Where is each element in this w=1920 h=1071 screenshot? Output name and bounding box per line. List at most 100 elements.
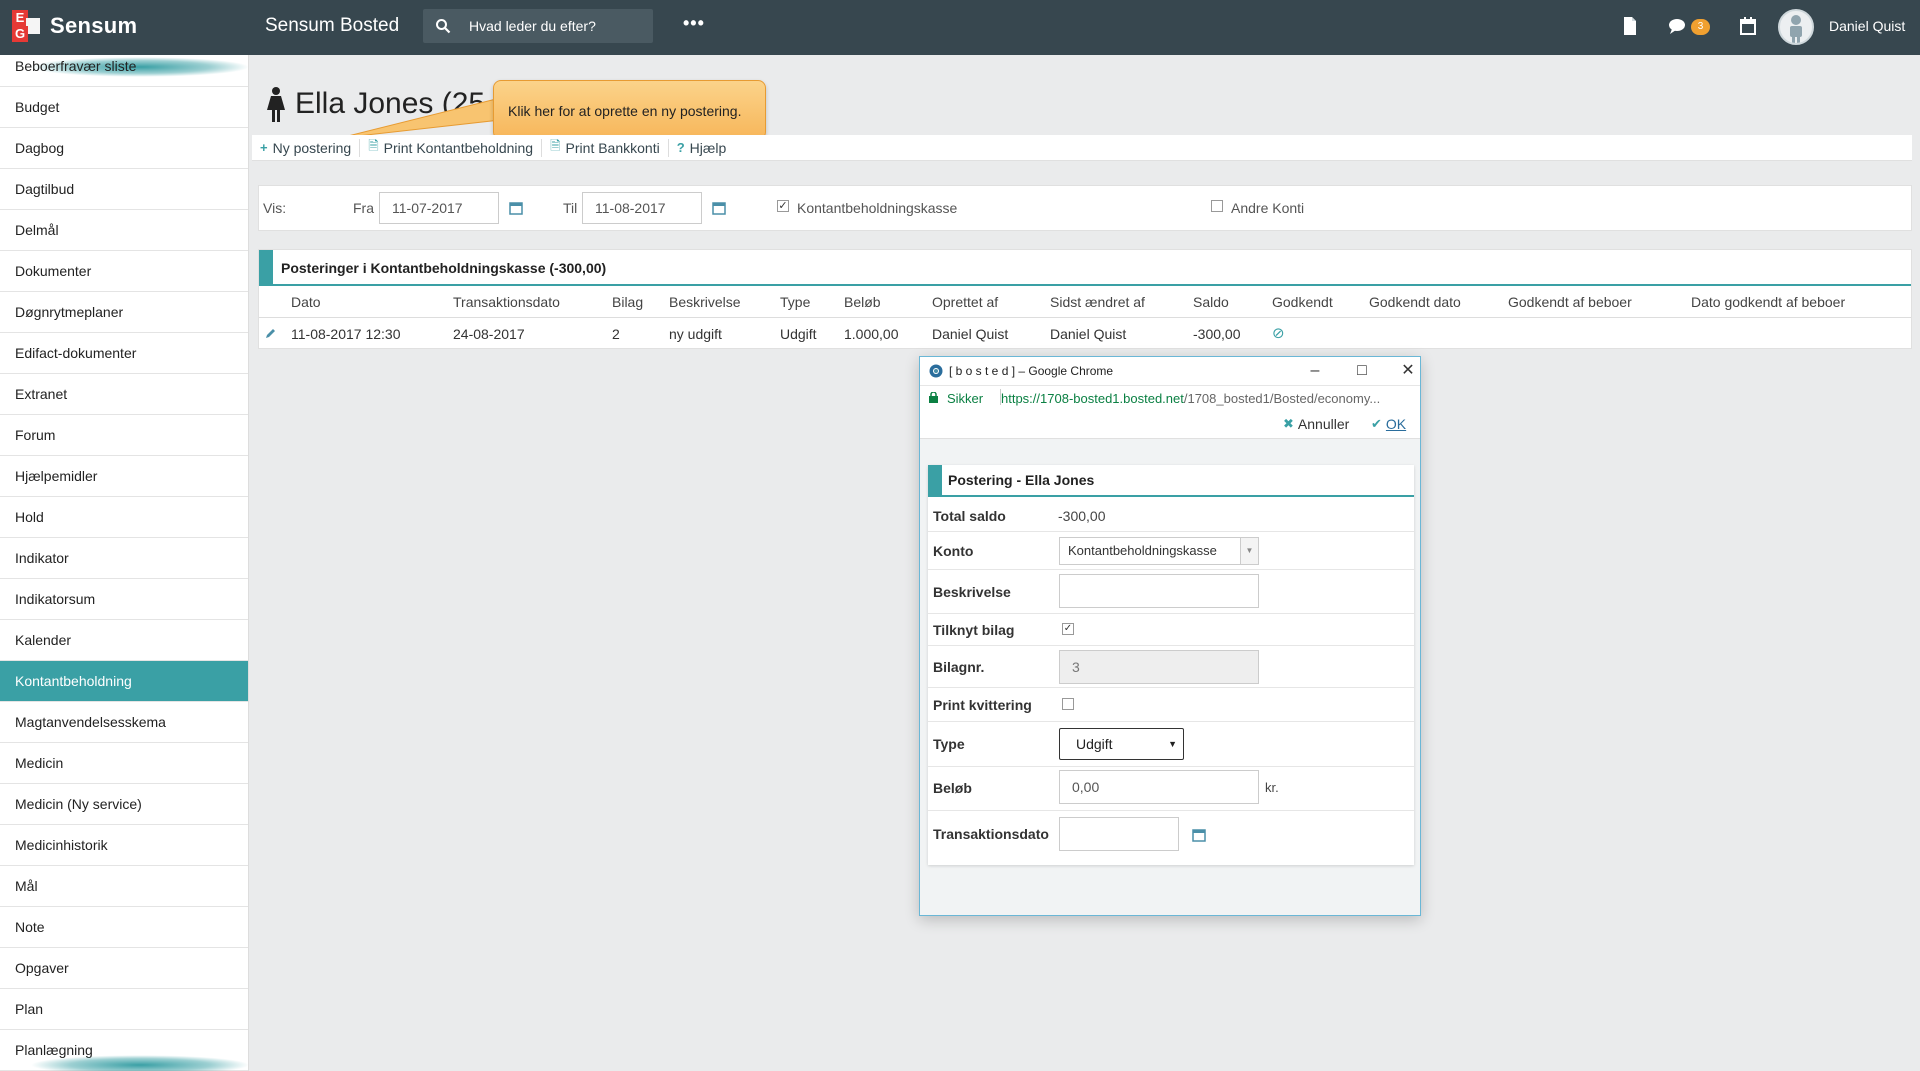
calendar-icon[interactable] — [1192, 828, 1206, 842]
calendar-icon[interactable] — [509, 201, 523, 215]
sidebar-item-dagbog[interactable]: Dagbog — [0, 128, 248, 169]
col-godkendt-dato[interactable]: Godkendt dato — [1369, 286, 1461, 318]
maximize-icon[interactable]: □ — [1352, 361, 1372, 381]
dropdown-arrow-icon: ▼ — [1240, 538, 1258, 564]
col-sidst-aendret-af[interactable]: Sidst ændret af — [1050, 286, 1145, 318]
edit-pencil-icon[interactable] — [265, 327, 277, 339]
print-kvittering-label: Print kvittering — [933, 697, 1032, 713]
row-beskrivelse: Beskrivelse — [928, 570, 1414, 614]
sidebar-item-kontantbeholdning[interactable]: Kontantbeholdning — [0, 661, 248, 702]
print-kvittering-checkbox[interactable] — [1062, 698, 1074, 710]
help-label: Hjælp — [689, 139, 727, 156]
scroll-fade-bottom — [30, 1055, 248, 1071]
sidebar-item-hold[interactable]: Hold — [0, 497, 248, 538]
sidebar-item-forum[interactable]: Forum — [0, 415, 248, 456]
konto-select[interactable]: Kontantbeholdningskasse ▼ — [1059, 537, 1259, 565]
sidebar-item-medicin[interactable]: Medicin — [0, 743, 248, 784]
col-beloeb[interactable]: Beløb — [844, 286, 881, 318]
ok-button[interactable]: ✔ OK — [1371, 416, 1406, 432]
sidebar-item-extranet[interactable]: Extranet — [0, 374, 248, 415]
konto-value: Kontantbeholdningskasse — [1068, 543, 1217, 558]
tilknyt-bilag-checkbox[interactable]: ✓ — [1062, 623, 1074, 635]
col-oprettet-af[interactable]: Oprettet af — [932, 286, 998, 318]
filter-bar: Vis: Fra 11-07-2017 Til 11-08-2017 ✓ Kon… — [258, 185, 1912, 231]
sidebar-item-plan[interactable]: Plan — [0, 989, 248, 1030]
address-bar[interactable]: Sikker https://1708-bosted1.bosted.net/1… — [920, 385, 1420, 409]
calendar-icon[interactable] — [712, 201, 726, 215]
col-godkendt[interactable]: Godkendt — [1272, 286, 1333, 318]
col-saldo[interactable]: Saldo — [1193, 286, 1229, 318]
url-text[interactable]: https://1708-bosted1.bosted.net/1708_bos… — [1001, 391, 1413, 406]
female-person-icon — [267, 87, 285, 122]
kasse-checkbox[interactable]: ✓ — [777, 200, 789, 212]
print-bank-button[interactable]: 🗎 Print Bankkonti — [542, 138, 669, 157]
sidebar-item-magtanvendelsesskema[interactable]: Magtanvendelsesskema — [0, 702, 248, 743]
sidebar-item-hjaelpemidler[interactable]: Hjælpemidler — [0, 456, 248, 497]
print-cash-button[interactable]: 🗎 Print Kontantbeholdning — [360, 138, 543, 157]
posting-form: Postering - Ella Jones Total saldo -300,… — [928, 465, 1414, 865]
transaktionsdato-input[interactable] — [1059, 817, 1179, 851]
dialog-titlebar: [ b o s t e d ] – Google Chrome – □ ✕ — [920, 357, 1420, 385]
sidebar-item-medicinhistorik[interactable]: Medicinhistorik — [0, 825, 248, 866]
sidebar-item-indikator[interactable]: Indikator — [0, 538, 248, 579]
sidebar-item-kalender[interactable]: Kalender — [0, 620, 248, 661]
col-bilag[interactable]: Bilag — [612, 286, 643, 318]
col-transaktionsdato[interactable]: Transaktionsdato — [453, 286, 560, 318]
more-icon[interactable]: ••• — [683, 13, 705, 34]
table-row[interactable]: 11-08-2017 12:30 24-08-2017 2 ny udgift … — [259, 318, 1911, 350]
beloeb-input[interactable]: 0,00 — [1059, 770, 1259, 804]
bilagnr-label: Bilagnr. — [933, 659, 985, 675]
col-dato-godkendt-af-beboer[interactable]: Dato godkendt af beboer — [1691, 286, 1845, 318]
col-dato[interactable]: Dato — [291, 286, 321, 318]
minimize-icon[interactable]: – — [1305, 361, 1325, 381]
fra-date-input[interactable]: 11-07-2017 — [379, 192, 499, 224]
chat-icon[interactable] — [1667, 16, 1687, 36]
avatar[interactable] — [1778, 9, 1814, 45]
sidebar-item-opgaver[interactable]: Opgaver — [0, 948, 248, 989]
search-icon[interactable] — [435, 18, 451, 34]
not-approved-icon[interactable]: ⊘ — [1272, 318, 1285, 350]
andre-konti-label: Andre Konti — [1231, 200, 1305, 216]
sidebar-item-edifact[interactable]: Edifact-dokumenter — [0, 333, 248, 374]
notification-badge[interactable]: 3 — [1691, 19, 1710, 35]
col-type[interactable]: Type — [780, 286, 810, 318]
andre-konti-checkbox[interactable] — [1211, 200, 1223, 212]
window-title: [ b o s t e d ] – Google Chrome — [949, 364, 1114, 378]
search-box[interactable] — [423, 9, 653, 43]
check-icon: ✔ — [1371, 416, 1382, 431]
sidebar: Beboerfravær sliste Budget Dagbog Dagtil… — [0, 55, 249, 1071]
type-select[interactable]: Udgift ▼ — [1059, 728, 1184, 760]
search-input[interactable] — [469, 16, 645, 36]
top-bar: E G Sensum Sensum Bosted ••• 3 Daniel Qu… — [0, 0, 1920, 55]
beskrivelse-input[interactable] — [1059, 574, 1259, 608]
row-type: Type Udgift ▼ — [928, 722, 1414, 767]
help-button[interactable]: ? Hjælp — [669, 139, 735, 157]
sidebar-item-indikatorsum[interactable]: Indikatorsum — [0, 579, 248, 620]
sidebar-item-dagtilbud[interactable]: Dagtilbud — [0, 169, 248, 210]
calendar-icon[interactable] — [1740, 16, 1756, 36]
col-godkendt-af-beboer[interactable]: Godkendt af beboer — [1508, 286, 1632, 318]
app-title[interactable]: Sensum Bosted — [265, 15, 399, 37]
sidebar-item-maal[interactable]: Mål — [0, 866, 248, 907]
sidebar-item-dokumenter[interactable]: Dokumenter — [0, 251, 248, 292]
new-posting-button[interactable]: + Ny postering — [252, 138, 361, 157]
sidebar-item-note[interactable]: Note — [0, 907, 248, 948]
sidebar-item-beboerfravaersliste[interactable]: Beboerfravær sliste — [0, 55, 248, 87]
cell-type: Udgift — [780, 326, 817, 342]
cell-oprettet-af: Daniel Quist — [932, 326, 1009, 342]
cancel-button[interactable]: ✖ Annuller — [1283, 416, 1349, 432]
document-icon[interactable] — [1621, 16, 1639, 36]
row-print-kvittering: Print kvittering — [928, 688, 1414, 722]
brand[interactable]: E G Sensum — [12, 10, 137, 42]
sidebar-item-doegnrytmeplaner[interactable]: Døgnrytmeplaner — [0, 292, 248, 333]
sidebar-item-medicin-ny-service[interactable]: Medicin (Ny service) — [0, 784, 248, 825]
col-beskrivelse[interactable]: Beskrivelse — [669, 286, 741, 318]
user-name[interactable]: Daniel Quist — [1829, 18, 1905, 34]
total-saldo-value: -300,00 — [1058, 508, 1106, 524]
panel-title: Posteringer i Kontantbeholdningskasse (-… — [259, 250, 1911, 286]
sidebar-item-delmaal[interactable]: Delmål — [0, 210, 248, 251]
til-date-input[interactable]: 11-08-2017 — [582, 192, 702, 224]
close-icon[interactable]: ✕ — [1398, 361, 1418, 381]
cell-transaktionsdato: 24-08-2017 — [453, 326, 525, 342]
sidebar-item-budget[interactable]: Budget — [0, 87, 248, 128]
